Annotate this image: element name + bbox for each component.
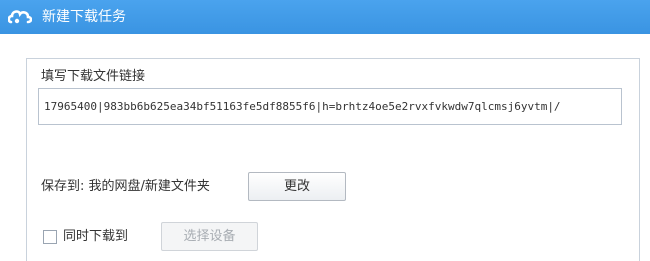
select-device-button[interactable]: 选择设备	[161, 222, 258, 251]
change-path-button[interactable]: 更改	[248, 172, 346, 201]
link-input[interactable]: 17965400|983bb6b625ea34bf51163fe5df8855f…	[38, 88, 622, 125]
title-bar: 新建下载任务	[0, 0, 650, 34]
save-path-label: 保存到: 我的网盘/新建文件夹	[41, 179, 210, 194]
link-label: 填写下载文件链接	[41, 69, 146, 84]
window-title: 新建下载任务	[42, 9, 126, 25]
sync-download-checkbox[interactable]	[43, 230, 57, 244]
cloud-app-icon	[8, 10, 32, 24]
sync-download-label[interactable]: 同时下载到	[63, 227, 128, 247]
